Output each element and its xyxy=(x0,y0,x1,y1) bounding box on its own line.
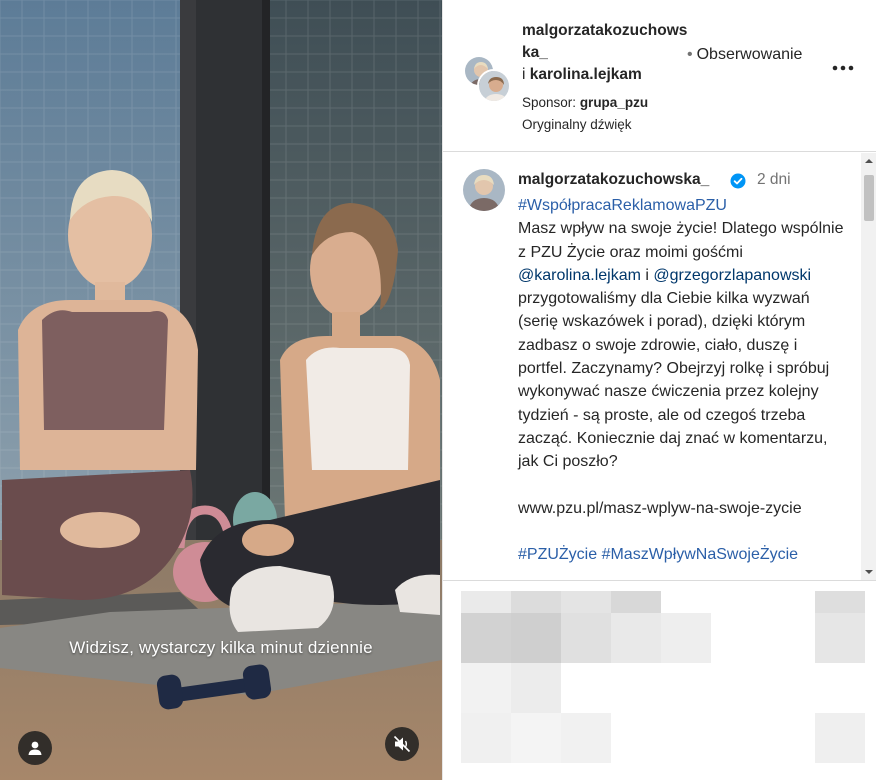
author-secondary-link[interactable]: karolina.lejkam xyxy=(530,66,642,83)
speaker-muted-icon xyxy=(393,735,411,753)
follow-status-label: Obserwowanie xyxy=(696,46,803,63)
more-horizontal-icon[interactable] xyxy=(831,64,855,72)
pixelated-block xyxy=(561,613,611,663)
pixelated-block xyxy=(461,713,511,763)
sponsor-link[interactable]: grupa_pzu xyxy=(580,95,648,110)
caption-text: #WspółpracaReklamowaPZU Masz wpływ na sw… xyxy=(518,194,848,566)
caption-text-part: przygotowaliśmy dla Ciebie kilka wyzwań … xyxy=(518,290,830,471)
audio-link[interactable]: Oryginalny dźwięk xyxy=(522,117,632,132)
caption-username-link[interactable]: malgorzatakozuchowska_ xyxy=(518,171,709,189)
caption-scrollbar[interactable] xyxy=(861,153,876,580)
pixelated-comments-area xyxy=(443,580,876,780)
caption-url: www.pzu.pl/masz-wplyw-na-swoje-zycie xyxy=(518,499,802,517)
mute-button[interactable] xyxy=(385,727,419,761)
reel-video[interactable]: Widzisz, wystarczy kilka minut dziennie xyxy=(0,0,442,780)
avatar[interactable] xyxy=(463,169,505,211)
tagged-users-button[interactable] xyxy=(18,731,52,765)
scroll-up-arrow-icon[interactable] xyxy=(861,153,876,169)
pixelated-block xyxy=(461,613,511,663)
verified-badge-icon xyxy=(730,173,746,189)
pixelated-block xyxy=(511,613,561,663)
pixelated-block xyxy=(815,613,865,663)
caption-text-part: i xyxy=(640,266,654,284)
pixelated-block xyxy=(611,613,661,663)
post-header: malgorzatakozuchowska_ i karolina.lejkam… xyxy=(443,0,876,152)
person-icon xyxy=(28,741,42,755)
mention-link[interactable]: @karolina.lejkam xyxy=(518,267,641,284)
pixelated-block xyxy=(511,713,561,763)
follow-status-button[interactable]: • Obserwowanie xyxy=(687,46,802,64)
video-frame xyxy=(0,0,442,780)
sponsor-label: Sponsor: xyxy=(522,95,577,110)
hashtag-link[interactable]: #WspółpracaReklamowaPZU xyxy=(518,197,727,214)
pixelated-block xyxy=(661,613,711,663)
video-subtitle: Widzisz, wystarczy kilka minut dziennie xyxy=(69,638,373,657)
pixelated-block xyxy=(511,663,561,713)
hashtags-line[interactable]: #PZUŻycie #MaszWpływNaSwojeŻycie xyxy=(518,543,848,566)
scroll-down-arrow-icon[interactable] xyxy=(861,564,876,580)
pixelated-block xyxy=(815,713,865,763)
pixelated-block xyxy=(561,713,611,763)
authors-connector: i xyxy=(522,66,526,83)
post-timestamp[interactable]: 2 dni xyxy=(757,171,791,189)
pixelated-block xyxy=(815,591,865,613)
post-authors: malgorzatakozuchowska_ i karolina.lejkam xyxy=(522,20,692,86)
scrollbar-thumb[interactable] xyxy=(864,175,874,221)
mention-link[interactable]: @grzegorzlapanowski xyxy=(653,267,811,284)
author-primary-link[interactable]: malgorzatakozuchowska_ xyxy=(522,22,687,61)
caption-text-part: Masz wpływ na swoje życie! Dlatego wspól… xyxy=(518,220,844,261)
caption-area: malgorzatakozuchowska_ 2 dni #Współpraca… xyxy=(443,153,876,580)
post-panel: malgorzatakozuchowska_ i karolina.lejkam… xyxy=(442,0,876,780)
pixelated-block xyxy=(461,663,511,713)
collab-avatars[interactable] xyxy=(463,55,511,103)
avatar[interactable] xyxy=(477,69,511,103)
separator-dot: • xyxy=(687,46,693,63)
sponsor-line: Sponsor: grupa_pzu xyxy=(522,95,648,110)
